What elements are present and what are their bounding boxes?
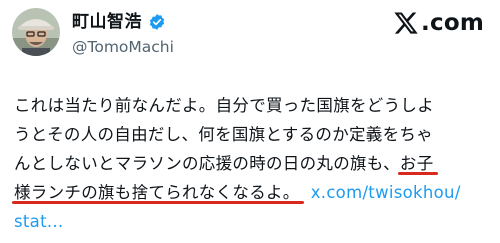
underlined-phrase: 様ランチの旗も捨てられなくなるよ。 bbox=[14, 183, 300, 202]
underlined-phrase: お子 bbox=[399, 154, 434, 173]
tweet-line: これは当たり前なんだよ。自分で買った国旗をどうしよ bbox=[14, 96, 434, 115]
tweet-line: stat... bbox=[14, 208, 494, 237]
tweet-text: これは当たり前なんだよ。自分で買った国旗をどうしよ うとその人の自由だし、何を国… bbox=[14, 92, 494, 237]
verified-badge-icon bbox=[149, 14, 165, 30]
tweet-link[interactable]: x.com/twisokhou/ bbox=[311, 183, 461, 202]
tweet-line: うとその人の自由だし、何を国旗とするのか定義をちゃ bbox=[14, 125, 434, 144]
tweet-line: 様ランチの旗も捨てられなくなるよ。 x.com/twisokhou/ bbox=[14, 179, 494, 208]
tweet-link-continued[interactable]: stat... bbox=[14, 212, 63, 231]
author-handle[interactable]: @TomoMachi bbox=[72, 37, 174, 57]
brand-domain-text: .com bbox=[421, 10, 484, 36]
author-name-row: 町山智浩 bbox=[72, 12, 166, 32]
tweet-header: 町山智浩 @TomoMachi .com bbox=[0, 0, 500, 80]
x-brand: .com bbox=[393, 9, 484, 37]
avatar[interactable] bbox=[12, 8, 60, 56]
x-logo-icon bbox=[394, 12, 418, 34]
display-name[interactable]: 町山智浩 bbox=[72, 12, 142, 32]
tweet-line: んとしないとマラソンの応援の時の日の丸の旗も、お子 bbox=[14, 154, 434, 173]
